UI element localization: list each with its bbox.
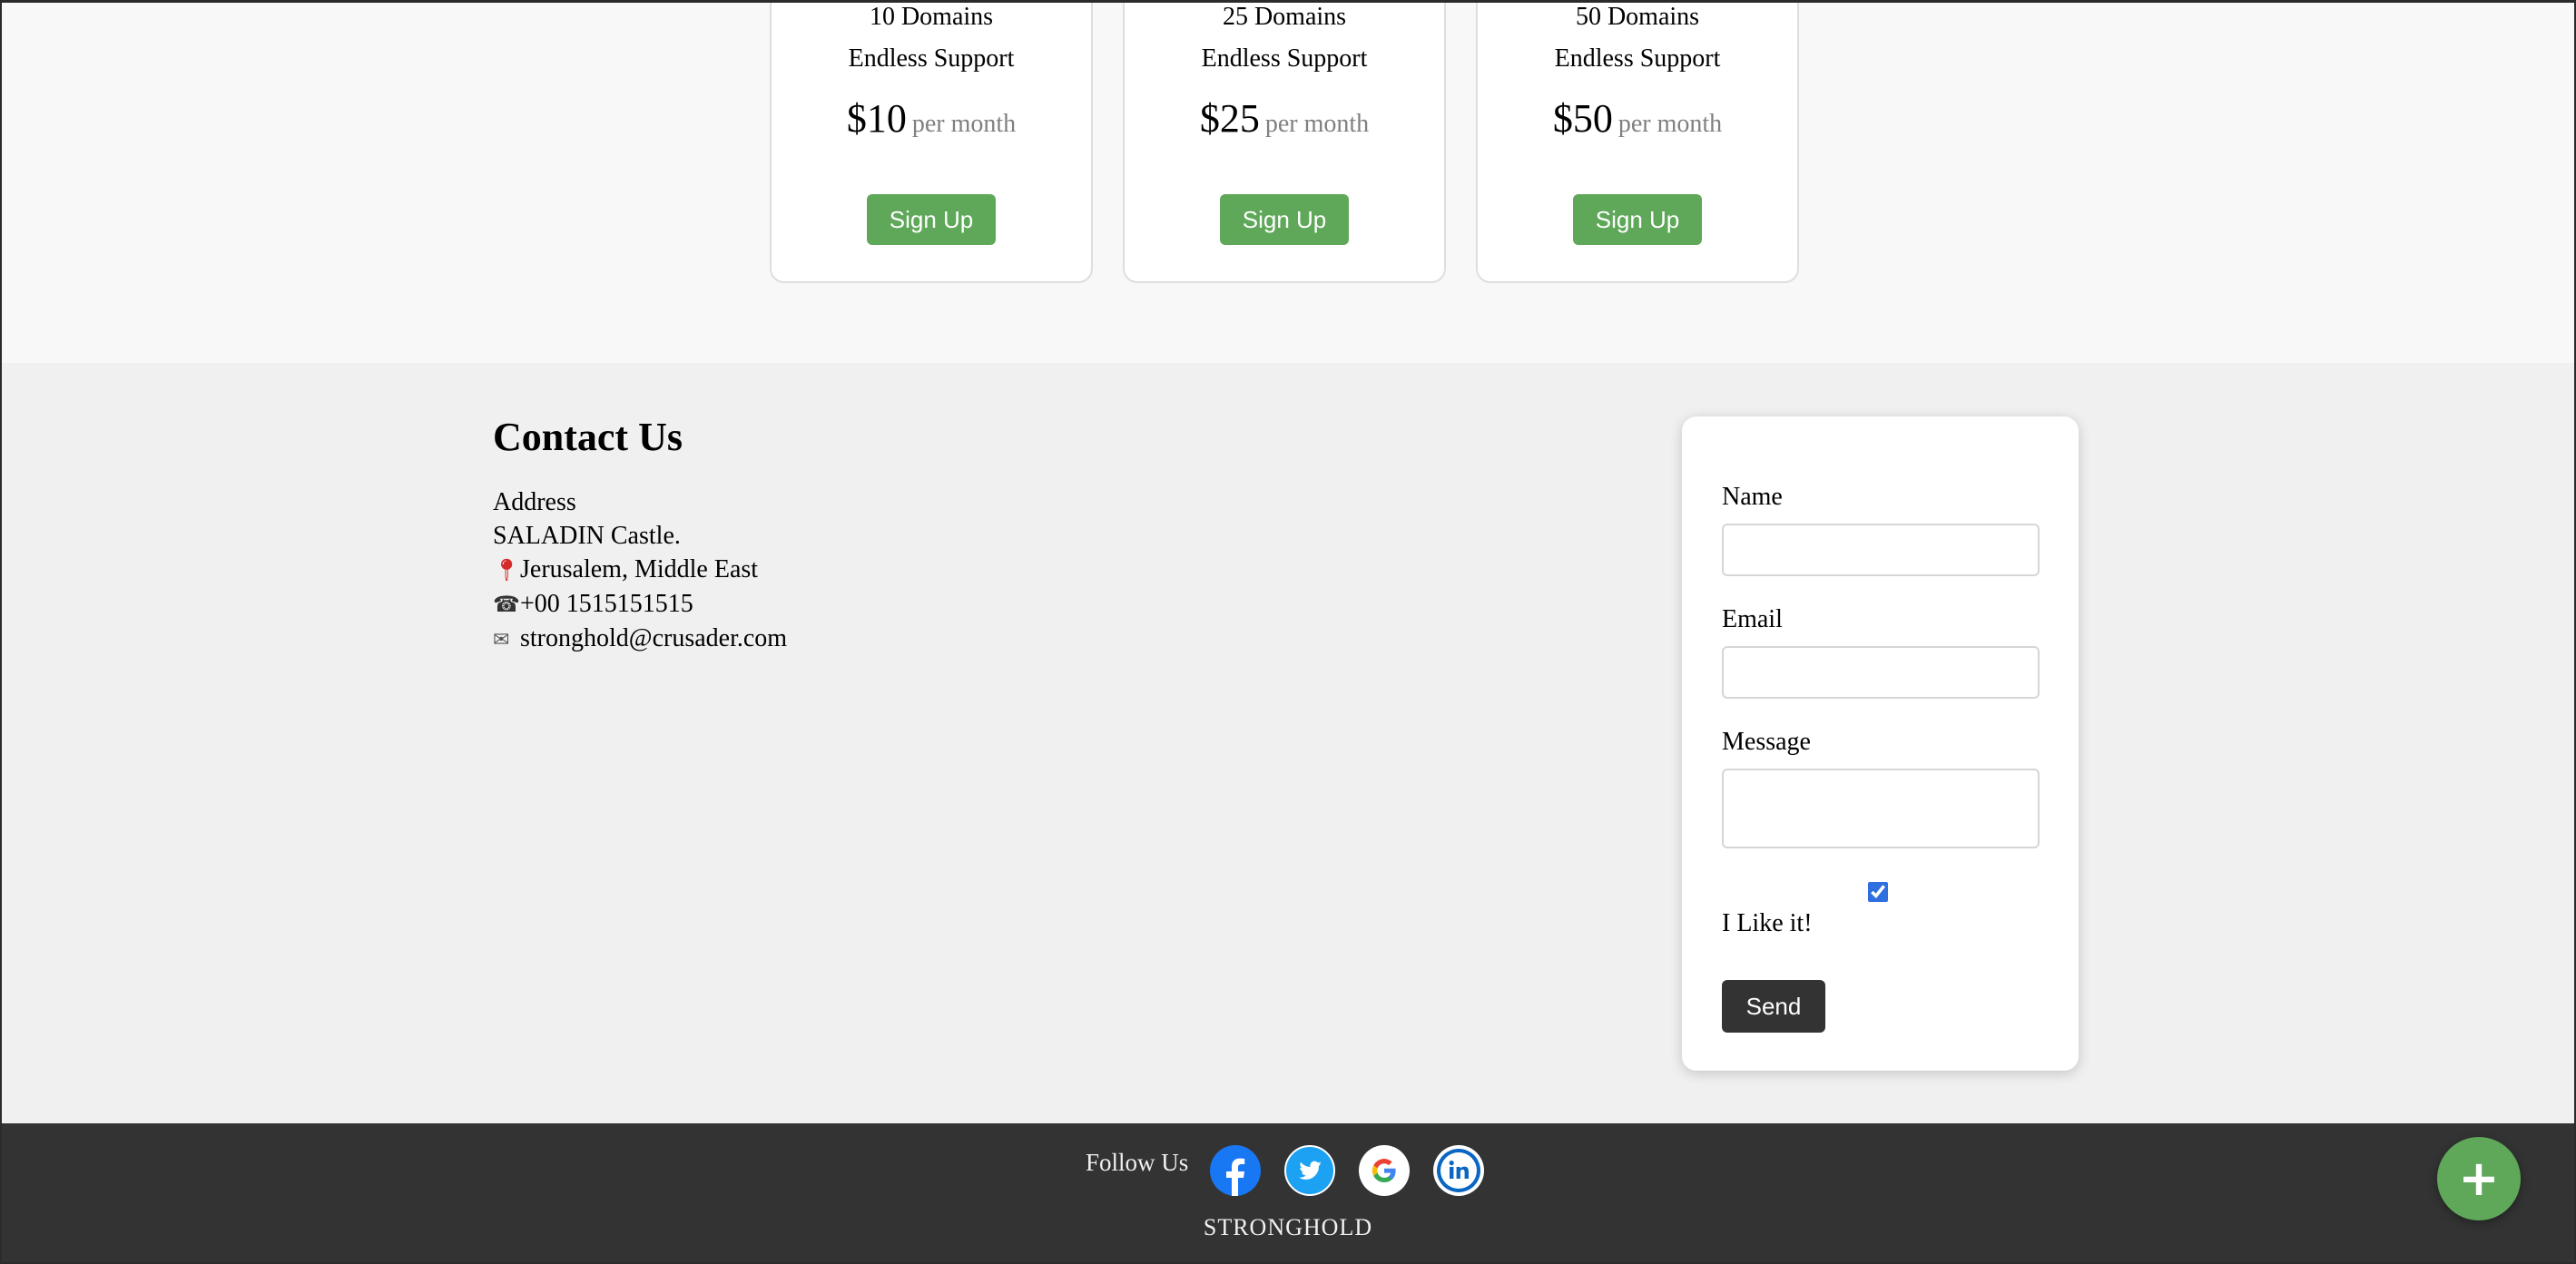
like-label: I Like it! <box>1722 909 1813 937</box>
message-field[interactable] <box>1722 769 2040 848</box>
pricing-card-25: 25 Domains Endless Support $25 per month … <box>1123 0 1446 283</box>
email-text: stronghold@crusader.com <box>520 624 788 652</box>
name-field[interactable] <box>1722 524 2040 576</box>
follow-label: Follow Us <box>1086 1149 1189 1176</box>
plan-support: Endless Support <box>1554 44 1721 73</box>
price-amount: $50 <box>1552 96 1613 141</box>
price-period: per month <box>1617 110 1723 138</box>
sign-up-button[interactable]: Sign Up <box>1220 194 1349 245</box>
send-button[interactable]: Send <box>1722 980 1825 1033</box>
like-checkbox[interactable] <box>1868 882 1888 902</box>
contact-details: Address SALADIN Castle. 📍︎Jerusalem, Mid… <box>493 485 787 657</box>
sign-up-button[interactable]: Sign Up <box>1573 194 1702 245</box>
email-line: ✉ stronghold@crusader.com <box>493 622 787 657</box>
plan-price: $50 per month <box>1478 96 1797 151</box>
email-icon: ✉ <box>493 629 510 652</box>
footer: Follow Us STRONGHOLD <box>0 1123 2576 1263</box>
email-label: Email <box>1722 605 1783 633</box>
phone-icon: ☎ <box>493 592 520 617</box>
sign-up-button[interactable]: Sign Up <box>867 194 996 245</box>
message-label: Message <box>1722 728 1811 756</box>
address-line: SALADIN Castle. <box>493 522 681 550</box>
plan-support: Endless Support <box>1201 44 1368 73</box>
plan-domains: 10 Domains <box>869 3 994 31</box>
location-text: Jerusalem, Middle East <box>520 555 759 583</box>
email-field[interactable] <box>1722 646 2040 699</box>
pricing-section: 10 Domains Endless Support $10 per month … <box>0 0 2576 363</box>
footer-brand: STRONGHOLD <box>1203 1214 1373 1240</box>
pricing-card-10: 10 Domains Endless Support $10 per month … <box>770 0 1093 283</box>
google-icon[interactable] <box>1359 1145 1410 1196</box>
address-label: Address <box>493 488 576 516</box>
location-line: 📍︎Jerusalem, Middle East <box>493 553 787 587</box>
linkedin-icon[interactable] <box>1433 1145 1484 1196</box>
facebook-icon[interactable] <box>1210 1145 1261 1196</box>
price-period: per month <box>1264 110 1370 138</box>
price-amount: $10 <box>846 96 907 141</box>
floating-action-button[interactable]: + <box>2437 1137 2521 1220</box>
plan-support: Endless Support <box>848 44 1015 73</box>
phone-line: ☎+00 1515151515 <box>493 587 787 622</box>
pricing-card-50: 50 Domains Endless Support $50 per month … <box>1476 0 1799 283</box>
plus-icon: + <box>2458 1150 2500 1207</box>
price-amount: $25 <box>1199 96 1260 141</box>
plan-price: $25 per month <box>1125 96 1444 151</box>
plan-domains: 50 Domains <box>1575 3 1700 31</box>
contact-form: Name Email Message I Like it! Send <box>1682 416 2079 1071</box>
contact-title: Contact Us <box>493 415 683 459</box>
price-period: per month <box>911 110 1017 138</box>
twitter-icon[interactable] <box>1284 1145 1335 1196</box>
plan-price: $10 per month <box>772 96 1091 151</box>
name-label: Name <box>1722 483 1783 511</box>
pin-icon: 📍︎ <box>493 557 521 583</box>
plan-domains: 25 Domains <box>1222 3 1347 31</box>
phone-text: +00 1515151515 <box>520 590 693 618</box>
